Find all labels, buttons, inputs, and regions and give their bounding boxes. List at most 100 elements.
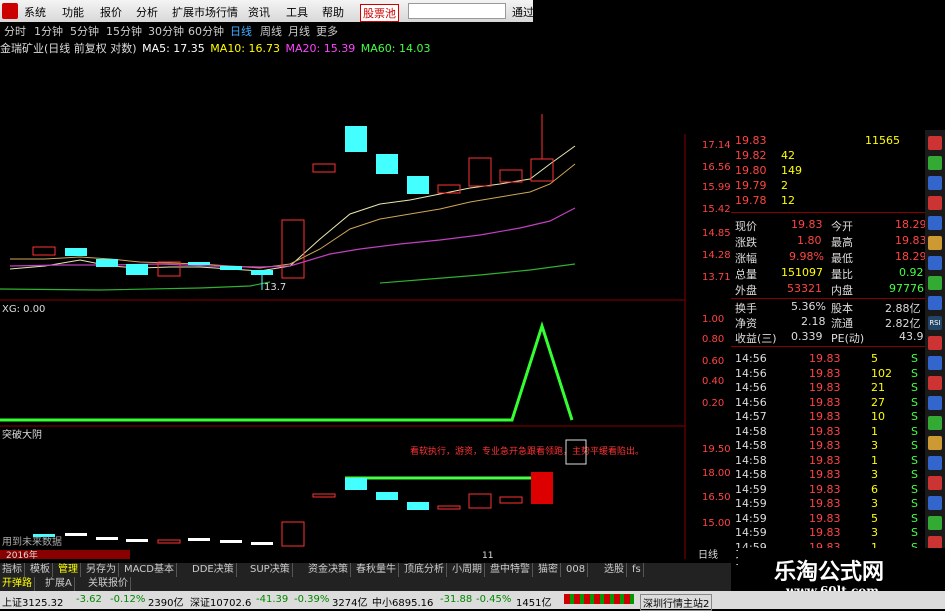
toolbar-icon[interactable] xyxy=(928,436,942,450)
candle xyxy=(468,493,492,509)
server-label[interactable]: 深圳行情主站2 xyxy=(640,594,713,611)
indicator-tab[interactable]: 008 xyxy=(564,563,589,577)
fin-row: 收益(三) 0.339 PE(动) 43.9 xyxy=(735,330,924,345)
tick-row: 14:58 19.83 3 S xyxy=(735,468,918,481)
sell-level: 19.80 149 xyxy=(735,164,802,177)
toolbar-icon[interactable] xyxy=(928,136,942,150)
toolbar-icon[interactable] xyxy=(928,456,942,470)
axis-tick: 0.80 xyxy=(702,334,724,345)
secondary-tab[interactable]: 开弹路 xyxy=(0,577,35,591)
period-tab[interactable]: 5分钟 xyxy=(70,23,99,39)
period-tab[interactable]: 更多 xyxy=(316,23,338,39)
toolbar-icon[interactable] xyxy=(928,516,942,530)
indicator-tabs: 指标 模板 管理 另存为 MACD基本 DDE决策 SUP决策 资金决策 春秋量牛 顶底分析 小周期… xyxy=(0,563,731,577)
zx-change: -31.88 xyxy=(440,594,473,605)
toolbar-icon[interactable] xyxy=(928,176,942,190)
toolbar-icon[interactable] xyxy=(928,496,942,510)
ma60-line xyxy=(0,281,271,291)
candle xyxy=(126,539,148,542)
toolbar-icon[interactable] xyxy=(928,416,942,430)
sell-level: 19.82 42 xyxy=(735,149,795,162)
period-tab[interactable]: 周线 xyxy=(260,23,282,39)
period-tab[interactable]: 60分钟 xyxy=(188,23,224,39)
period-tab[interactable]: 30分钟 xyxy=(148,23,184,39)
tick-row: 14:58 19.83 1 S xyxy=(735,424,918,438)
tick-row: 14:56 19.83 102 S xyxy=(735,366,918,380)
menu-system[interactable]: 系统 xyxy=(24,4,46,20)
indicator-tab[interactable]: 模板 xyxy=(28,563,53,577)
toolbar-icon[interactable] xyxy=(928,376,942,390)
indicator-tab[interactable]: 指标 xyxy=(0,563,25,577)
toolbar-icon[interactable] xyxy=(928,236,942,250)
indicator-tab[interactable]: 小周期 xyxy=(450,563,485,577)
toolbar-icon[interactable] xyxy=(928,156,942,170)
candle xyxy=(376,492,398,500)
indicator-tab[interactable]: 猫密 xyxy=(536,563,561,577)
toolbar-icon[interactable] xyxy=(928,396,942,410)
menu-function[interactable]: 功能 xyxy=(62,4,84,20)
sz-amount: 3274亿 xyxy=(332,598,368,609)
toolbar-icon[interactable] xyxy=(928,256,942,270)
sz-pct: -0.39% xyxy=(294,594,330,605)
sz-index[interactable]: 深证10702.6 xyxy=(190,594,251,609)
indicator-tab[interactable]: 资金决策 xyxy=(306,563,351,577)
tick-row: 14:56 19.83 27 S xyxy=(735,395,918,409)
indicator-tab[interactable]: 管理 xyxy=(56,563,81,577)
indicator-tab[interactable]: fs xyxy=(630,563,644,577)
period-tab[interactable]: 分时 xyxy=(4,23,26,39)
toolbar-icon[interactable] xyxy=(928,336,942,350)
brand-name: 乐淘公式网 xyxy=(774,560,885,585)
indicator-tab[interactable]: 春秋量牛 xyxy=(354,563,399,577)
menu-analysis[interactable]: 分析 xyxy=(136,4,158,20)
axis-tick: 18.00 xyxy=(702,468,731,479)
axis-tick: 13.71 xyxy=(702,272,731,283)
axis-tick: 0.60 xyxy=(702,356,724,367)
period-tab-active[interactable]: 日线 xyxy=(230,23,252,39)
indicator-tab[interactable]: SUP决策 xyxy=(248,563,293,577)
xg-signal-line xyxy=(0,321,574,422)
menu-quote[interactable]: 报价 xyxy=(100,4,122,20)
menu-right-item[interactable]: 通过 xyxy=(512,4,534,20)
toolbar-icon[interactable] xyxy=(928,296,942,310)
candle xyxy=(345,478,367,490)
indicator-tab[interactable]: 选股 xyxy=(602,563,627,577)
xg-label: XG: 0.00 xyxy=(2,304,45,315)
indicator-tab[interactable]: MACD基本 xyxy=(122,563,177,577)
right-toolbar: RSI xyxy=(925,130,945,590)
toolbar-icon[interactable] xyxy=(928,356,942,370)
axis-tick: 1.00 xyxy=(702,314,724,325)
indicator-tab[interactable]: DDE决策 xyxy=(190,563,237,577)
stock-pool-button[interactable]: 股票池 xyxy=(360,4,399,22)
secondary-tab[interactable]: 扩展A xyxy=(43,577,75,591)
indicator-tab[interactable]: 顶底分析 xyxy=(402,563,447,577)
period-tab[interactable]: 15分钟 xyxy=(106,23,142,39)
chart-area[interactable]: 13.7 XG: 0.00 突破大阴 看软执行，游资，专业急开急跟看领跑，主势平… xyxy=(0,54,690,559)
menu-info[interactable]: 资讯 xyxy=(248,4,270,20)
breakout-label: 突破大阴 xyxy=(2,428,42,441)
indicator-tab[interactable]: 另存为 xyxy=(84,563,119,577)
toolbar-icon[interactable] xyxy=(928,476,942,490)
zx-index[interactable]: 中小6895.16 xyxy=(372,594,433,609)
search-input[interactable] xyxy=(408,3,506,19)
sh-index[interactable]: 上证3125.32 xyxy=(2,594,63,609)
toolbar-icon[interactable] xyxy=(928,276,942,290)
toolbar-icon[interactable] xyxy=(928,216,942,230)
axis-tick: 16.56 xyxy=(702,162,731,173)
toolbar-icon[interactable] xyxy=(928,196,942,210)
tick-row: 14:58 19.83 3 S xyxy=(735,439,918,452)
candle xyxy=(407,502,429,510)
menu-extended-market[interactable]: 扩展市场行情 xyxy=(172,4,238,20)
candle xyxy=(188,538,210,541)
menu-bar: 系统 功能 报价 分析 扩展市场行情 资讯 工具 帮助 股票池 通过 xyxy=(0,0,534,22)
watermark-text: 用到未来数据 xyxy=(2,535,62,548)
menu-help[interactable]: 帮助 xyxy=(322,4,344,20)
indicator-tab[interactable]: 盘中特警 xyxy=(488,563,533,577)
rsi-icon[interactable]: RSI xyxy=(928,316,942,330)
quote-panel: 19.83 11565 19.82 42 19.80 149 19.79 2 1… xyxy=(731,130,927,570)
period-tab[interactable]: 月线 xyxy=(288,23,310,39)
menu-tools[interactable]: 工具 xyxy=(286,4,308,20)
secondary-tab[interactable]: 关联报价 xyxy=(86,577,131,591)
period-tab[interactable]: 1分钟 xyxy=(34,23,63,39)
stat-row: 外盘 53321 内盘 97776 xyxy=(735,282,924,297)
candle xyxy=(96,537,118,540)
